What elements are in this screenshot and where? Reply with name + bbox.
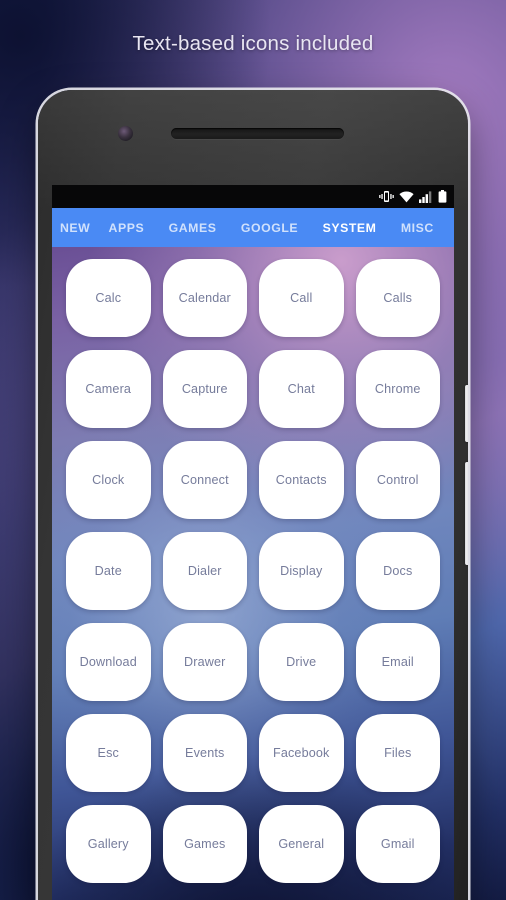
phone-device: NEW APPS GAMES GOOGLE SYSTEM MISC Calc C… <box>38 90 468 900</box>
icon-tile[interactable]: Calendar <box>162 259 247 337</box>
icon-label: Gallery <box>87 837 129 851</box>
icon-label: Download <box>79 655 137 669</box>
icon-tile[interactable]: Camera <box>66 350 151 428</box>
wifi-icon <box>399 191 414 203</box>
icon-label: Call <box>290 291 313 305</box>
icon-tile[interactable]: Dialer <box>162 532 247 610</box>
icon-tile[interactable]: Control <box>355 441 440 519</box>
volume-rocker[interactable] <box>465 462 468 565</box>
icon-tile[interactable]: Games <box>162 805 247 883</box>
power-button[interactable] <box>465 385 468 442</box>
icon-tile[interactable]: Chat <box>259 350 344 428</box>
icon-tile[interactable]: Chrome <box>355 350 440 428</box>
icon-label: Chat <box>287 382 315 396</box>
icon-tile[interactable]: Gmail <box>355 805 440 883</box>
icon-label: Display <box>280 564 323 578</box>
icon-tile[interactable]: Calc <box>66 259 151 337</box>
icon-tile[interactable]: Facebook <box>259 714 344 792</box>
tab-system[interactable]: SYSTEM <box>310 221 388 235</box>
icon-label: Events <box>185 746 225 760</box>
icon-tile[interactable]: Calls <box>355 259 440 337</box>
icon-tile[interactable]: Drive <box>259 623 344 701</box>
icon-tile[interactable]: Date <box>66 532 151 610</box>
tab-google[interactable]: GOOGLE <box>229 221 311 235</box>
icon-tile[interactable]: Esc <box>66 714 151 792</box>
tab-misc[interactable]: MISC <box>389 221 446 235</box>
icon-label: Drive <box>286 655 317 669</box>
tab-apps[interactable]: APPS <box>96 221 156 235</box>
icon-tile[interactable]: Contacts <box>259 441 344 519</box>
icon-label: General <box>278 837 325 851</box>
icon-tile[interactable]: Gallery <box>66 805 151 883</box>
icon-label: Drawer <box>184 655 226 669</box>
icon-tile[interactable]: Capture <box>162 350 247 428</box>
phone-screen: NEW APPS GAMES GOOGLE SYSTEM MISC Calc C… <box>52 185 454 900</box>
icon-tile[interactable]: General <box>259 805 344 883</box>
icon-label: Esc <box>97 746 119 760</box>
icon-label: Date <box>94 564 122 578</box>
icon-label: Gmail <box>380 837 415 851</box>
icon-tile[interactable]: Display <box>259 532 344 610</box>
icon-label: Calendar <box>178 291 231 305</box>
icon-label: Facebook <box>272 746 330 760</box>
earpiece-speaker <box>171 128 344 139</box>
icon-tile[interactable]: Events <box>162 714 247 792</box>
icon-tile[interactable]: Clock <box>66 441 151 519</box>
icon-label: Contacts <box>275 473 327 487</box>
status-bar <box>52 185 454 208</box>
tab-new[interactable]: NEW <box>60 221 96 235</box>
icon-label: Docs <box>383 564 413 578</box>
icon-label: Clock <box>92 473 125 487</box>
icon-label: Calc <box>95 291 122 305</box>
signal-icon <box>419 191 432 203</box>
battery-icon <box>438 190 447 203</box>
category-tab-bar: NEW APPS GAMES GOOGLE SYSTEM MISC <box>52 208 454 247</box>
icon-tile[interactable]: Connect <box>162 441 247 519</box>
icon-label: Camera <box>85 382 132 396</box>
icon-tile[interactable]: Download <box>66 623 151 701</box>
icon-tile[interactable]: Email <box>355 623 440 701</box>
icon-tile[interactable]: Call <box>259 259 344 337</box>
front-camera-icon <box>118 126 133 141</box>
icon-label: Control <box>376 473 419 487</box>
icon-label: Chrome <box>374 382 421 396</box>
icon-label: Calls <box>383 291 413 305</box>
icon-label: Connect <box>180 473 229 487</box>
promo-headline: Text-based icons included <box>132 32 374 55</box>
tab-games[interactable]: GAMES <box>156 221 228 235</box>
icon-tile[interactable]: Docs <box>355 532 440 610</box>
icon-label: Email <box>381 655 414 669</box>
icon-label: Capture <box>181 382 228 396</box>
icon-label: Games <box>184 837 226 851</box>
promo-screenshot: Text-based icons included NEW APPS GAMES… <box>0 0 506 900</box>
icon-label: Files <box>384 746 412 760</box>
icon-grid: Calc Calendar Call Calls Camera Capture … <box>52 247 454 883</box>
vibrate-icon <box>379 191 394 202</box>
icon-tile[interactable]: Files <box>355 714 440 792</box>
icon-label: Dialer <box>187 564 222 578</box>
icon-tile[interactable]: Drawer <box>162 623 247 701</box>
wallpaper: Calc Calendar Call Calls Camera Capture … <box>52 247 454 900</box>
